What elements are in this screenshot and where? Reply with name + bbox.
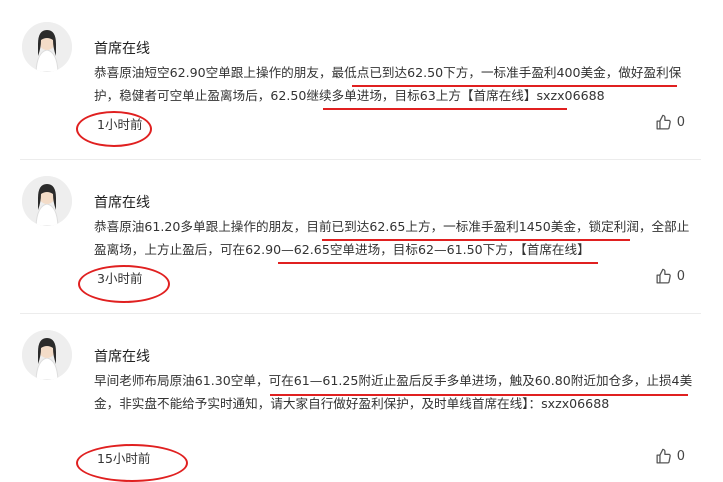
comment-text: 恭喜原油短空62.90空单跟上操作的朋友，最低点已到达62.50下方，一标准手盈… [94,65,682,103]
thumbs-up-icon [655,448,672,465]
author-name[interactable]: 首席在线 [94,192,150,212]
thumbs-up-icon [655,268,672,285]
like-button[interactable]: 0 [655,114,685,131]
annotation-underline [323,108,567,110]
avatar[interactable] [22,22,72,72]
comment-text: 早间老师布局原油61.30空单，可在61—61.25附近止盈后反手多单进场，触及… [94,373,693,411]
comment-item: 首席在线 早间老师布局原油61.30空单，可在61—61.25附近止盈后反手多单… [0,308,723,482]
avatar[interactable] [22,176,72,226]
like-button[interactable]: 0 [655,448,685,465]
author-name[interactable]: 首席在线 [94,38,150,58]
author-name[interactable]: 首席在线 [94,346,150,366]
like-count: 0 [676,269,685,284]
post-time: 15小时前 [97,451,151,466]
comment-text: 恭喜原油61.20多单跟上操作的朋友，目前已到达62.65上方，一标准手盈利14… [94,219,690,257]
post-time: 1小时前 [97,117,143,132]
like-count: 0 [676,449,685,464]
comment-item: 首席在线 恭喜原油短空62.90空单跟上操作的朋友，最低点已到达62.50下方，… [0,0,723,160]
annotation-underline [278,262,598,264]
like-button[interactable]: 0 [655,268,685,285]
post-time: 3小时前 [97,271,143,286]
like-count: 0 [676,115,685,130]
avatar[interactable] [22,330,72,380]
thumbs-up-icon [655,114,672,131]
comment-item: 首席在线 恭喜原油61.20多单跟上操作的朋友，目前已到达62.65上方，一标准… [0,154,723,314]
